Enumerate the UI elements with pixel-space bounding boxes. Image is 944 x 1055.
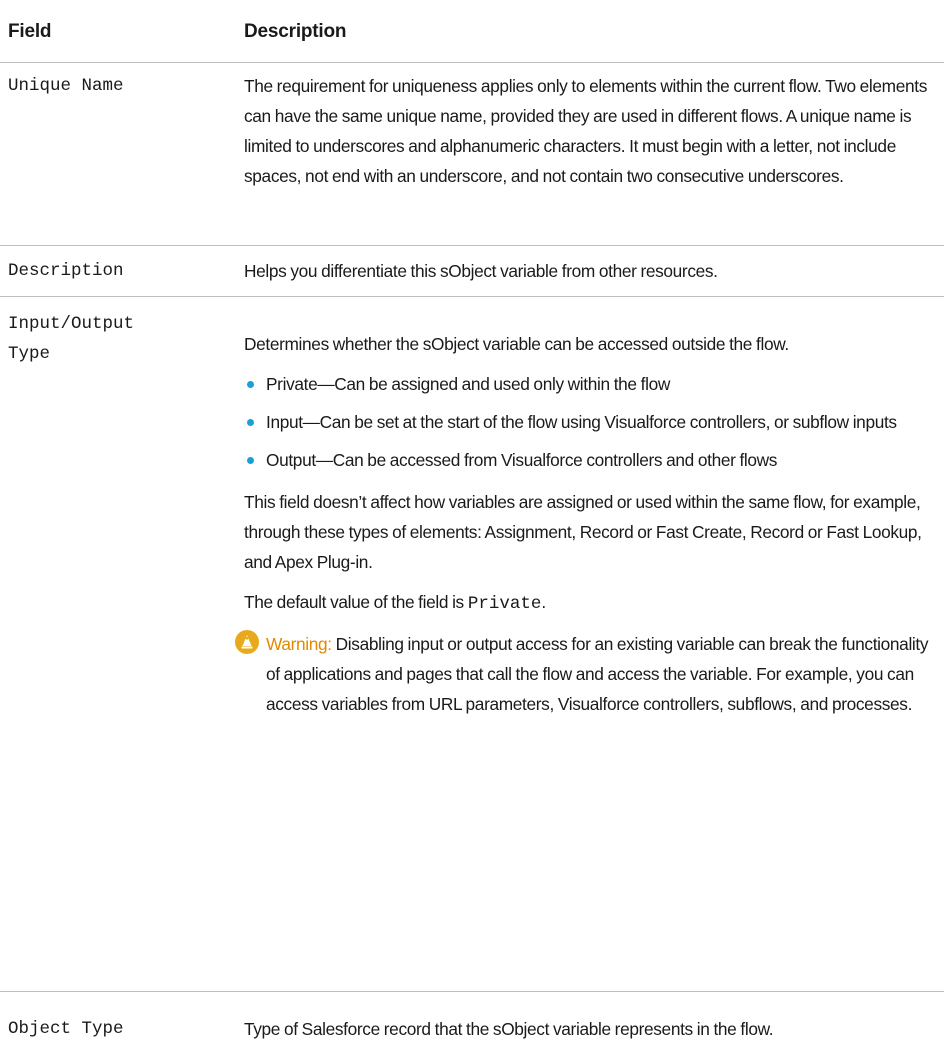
default-prefix: The default value of the field is — [244, 592, 464, 612]
list-item-text: Output—Can be accessed from Visualforce … — [266, 450, 778, 470]
field-description: Helps you differentiate this sObject var… — [244, 256, 934, 286]
field-description-table: Field Description Unique Name The requir… — [0, 0, 944, 1052]
table-row-object-type: Object Type Type of Salesforce record th… — [0, 992, 944, 1052]
table-row-input-output-type: Input/Output Type Determines whether the… — [0, 297, 944, 992]
warning-text-block: Warning: Disabling input or output acces… — [266, 629, 934, 719]
list-item-text: Private—Can be assigned and used only wi… — [266, 374, 670, 394]
list-item-text: Input—Can be set at the start of the flo… — [266, 412, 897, 432]
description-text: Type of Salesforce record that the sObje… — [244, 1019, 774, 1039]
header-description: Description — [244, 21, 347, 42]
field-description: Type of Salesforce record that the sObje… — [244, 1014, 934, 1044]
bullet-icon — [247, 457, 254, 464]
bullet-icon — [247, 381, 254, 388]
table-header: Field Description — [0, 0, 944, 63]
table-row-description: Description Helps you differentiate this… — [0, 246, 944, 297]
field-name: Object Type — [8, 1019, 124, 1039]
list-item: Output—Can be accessed from Visualforce … — [244, 445, 934, 475]
table-row-unique-name: Unique Name The requirement for uniquene… — [0, 63, 944, 246]
field-name: Input/Output Type — [8, 314, 135, 364]
field-description: The requirement for uniqueness applies o… — [244, 71, 934, 191]
description-text: The requirement for uniqueness applies o… — [244, 76, 927, 186]
description-intro: Determines whether the sObject variable … — [244, 334, 789, 354]
warning-text: Disabling input or output access for an … — [266, 634, 929, 714]
header-field: Field — [8, 21, 52, 42]
warning-callout: Warning: Disabling input or output acces… — [235, 629, 934, 719]
field-name: Unique Name — [8, 76, 124, 96]
list-item: Private—Can be assigned and used only wi… — [244, 369, 934, 399]
field-name: Description — [8, 261, 124, 281]
description-text: Helps you differentiate this sObject var… — [244, 261, 718, 281]
field-description: Determines whether the sObject variable … — [235, 329, 934, 719]
type-options-list: Private—Can be assigned and used only wi… — [244, 369, 934, 475]
default-suffix: . — [541, 592, 546, 612]
list-item: Input—Can be set at the start of the flo… — [244, 407, 934, 437]
warning-icon — [235, 630, 259, 654]
warning-label: Warning: — [266, 634, 332, 654]
default-value: Private — [467, 594, 542, 614]
usage-note: This field doesn’t affect how variables … — [244, 492, 922, 572]
bullet-icon — [247, 419, 254, 426]
default-value-note: The default value of the field is Privat… — [244, 587, 934, 619]
